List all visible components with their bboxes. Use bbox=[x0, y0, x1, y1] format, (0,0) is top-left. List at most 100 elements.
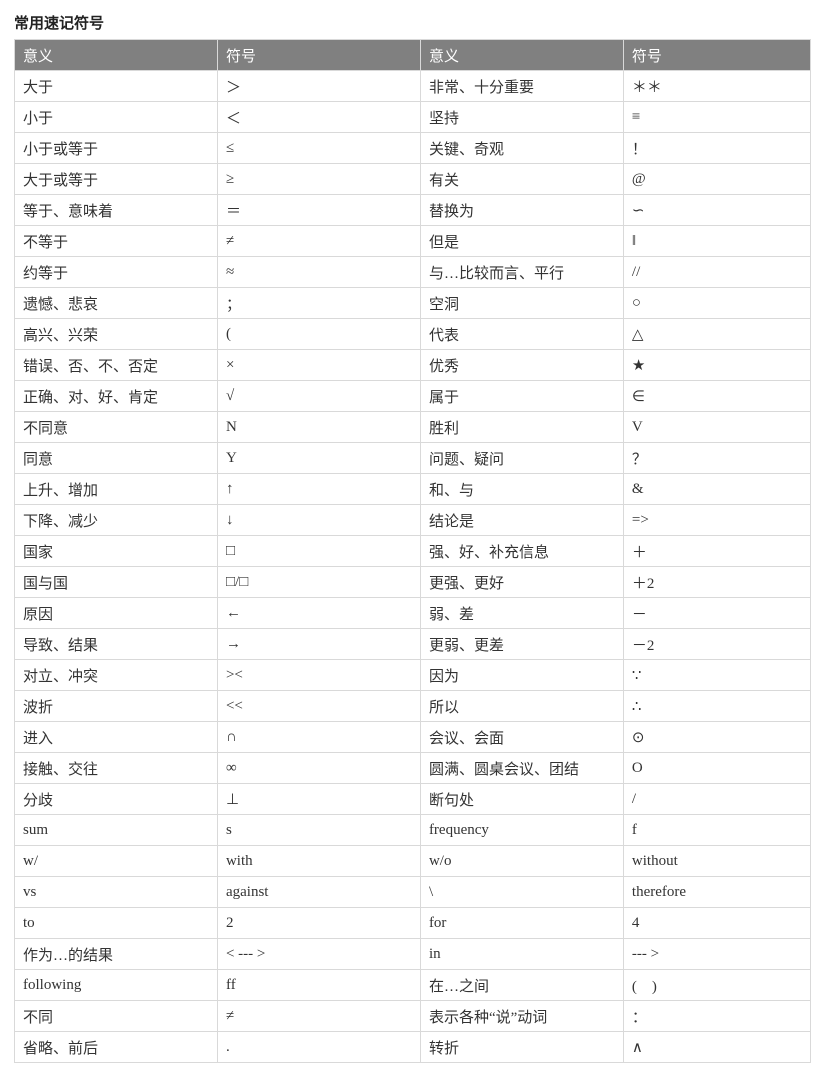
table-row: 约等于≈与…比较而言、平行// bbox=[15, 257, 811, 288]
symbol-cell: ≤ bbox=[217, 133, 420, 164]
symbol-cell: ∴ bbox=[623, 691, 810, 722]
symbol-cell: & bbox=[623, 474, 810, 505]
col-header: 符号 bbox=[217, 40, 420, 71]
table-row: w/withw/owithout bbox=[15, 846, 811, 877]
symbol-cell: □/□ bbox=[217, 567, 420, 598]
meaning-cell: 转折 bbox=[420, 1032, 623, 1063]
meaning-cell: 会议、会面 bbox=[420, 722, 623, 753]
meaning-cell: vs bbox=[15, 877, 218, 908]
symbol-cell: --- > bbox=[623, 939, 810, 970]
meaning-cell: 替换为 bbox=[420, 195, 623, 226]
table-row: 原因←弱、差－ bbox=[15, 598, 811, 629]
meaning-cell: 代表 bbox=[420, 319, 623, 350]
symbol-cell: ↓ bbox=[217, 505, 420, 536]
symbol-cell: ＊＊ bbox=[623, 71, 810, 102]
table-row: 小于或等于≤关键、奇观！ bbox=[15, 133, 811, 164]
symbol-cell: ∽ bbox=[623, 195, 810, 226]
meaning-cell: sum bbox=[15, 815, 218, 846]
symbol-cell: @ bbox=[623, 164, 810, 195]
table-row: 不同≠表示各种“说”动词： bbox=[15, 1001, 811, 1032]
table-row: 等于、意味着＝替换为∽ bbox=[15, 195, 811, 226]
meaning-cell: 关键、奇观 bbox=[420, 133, 623, 164]
symbol-cell: against bbox=[217, 877, 420, 908]
table-row: 导致、结果→更弱、更差－2 bbox=[15, 629, 811, 660]
table-row: 不同意N胜利V bbox=[15, 412, 811, 443]
symbol-cell: without bbox=[623, 846, 810, 877]
table-row: 省略、前后.转折∧ bbox=[15, 1032, 811, 1063]
meaning-cell: 错误、否、不、否定 bbox=[15, 350, 218, 381]
symbol-cell: ＋2 bbox=[623, 567, 810, 598]
table-row: 国家□强、好、补充信息＋ bbox=[15, 536, 811, 567]
symbol-cell: → bbox=[217, 629, 420, 660]
symbol-cell: ＞ bbox=[217, 71, 420, 102]
meaning-cell: 导致、结果 bbox=[15, 629, 218, 660]
meaning-cell: 坚持 bbox=[420, 102, 623, 133]
table-row: 分歧⊥断句处/ bbox=[15, 784, 811, 815]
symbol-cell: ？ bbox=[623, 443, 810, 474]
table-row: 对立、冲突><因为∵ bbox=[15, 660, 811, 691]
symbol-cell: ⊙ bbox=[623, 722, 810, 753]
symbol-cell: ∵ bbox=[623, 660, 810, 691]
meaning-cell: w/o bbox=[420, 846, 623, 877]
meaning-cell: 原因 bbox=[15, 598, 218, 629]
meaning-cell: 表示各种“说”动词 bbox=[420, 1001, 623, 1032]
symbol-cell: ＋ bbox=[623, 536, 810, 567]
symbol-cell: 4 bbox=[623, 908, 810, 939]
table-row: 大于或等于≥有关@ bbox=[15, 164, 811, 195]
meaning-cell: following bbox=[15, 970, 218, 1001]
symbol-cell: / bbox=[623, 784, 810, 815]
symbol-cell: ⊥ bbox=[217, 784, 420, 815]
symbol-cell: ≡ bbox=[623, 102, 810, 133]
symbol-cell: << bbox=[217, 691, 420, 722]
symbol-cell: ； bbox=[217, 288, 420, 319]
meaning-cell: 非常、十分重要 bbox=[420, 71, 623, 102]
symbol-cell: with bbox=[217, 846, 420, 877]
meaning-cell: w/ bbox=[15, 846, 218, 877]
symbol-cell: －2 bbox=[623, 629, 810, 660]
meaning-cell: 下降、减少 bbox=[15, 505, 218, 536]
symbol-cell: ( bbox=[217, 319, 420, 350]
symbol-cell: ← bbox=[217, 598, 420, 629]
table-row: vsagainst\therefore bbox=[15, 877, 811, 908]
table-row: 小于＜坚持≡ bbox=[15, 102, 811, 133]
meaning-cell: 国家 bbox=[15, 536, 218, 567]
symbol-cell: ≠ bbox=[217, 226, 420, 257]
symbol-cell: ○ bbox=[623, 288, 810, 319]
symbol-cell: ≠ bbox=[217, 1001, 420, 1032]
meaning-cell: 问题、疑问 bbox=[420, 443, 623, 474]
symbol-cell: 2 bbox=[217, 908, 420, 939]
meaning-cell: 波折 bbox=[15, 691, 218, 722]
symbol-cell: ∈ bbox=[623, 381, 810, 412]
symbol-cell: N bbox=[217, 412, 420, 443]
meaning-cell: 与…比较而言、平行 bbox=[420, 257, 623, 288]
symbol-cell: ！ bbox=[623, 133, 810, 164]
symbol-cell: ＝ bbox=[217, 195, 420, 226]
meaning-cell: 更弱、更差 bbox=[420, 629, 623, 660]
meaning-cell: 作为…的结果 bbox=[15, 939, 218, 970]
meaning-cell: 有关 bbox=[420, 164, 623, 195]
meaning-cell: 小于 bbox=[15, 102, 218, 133]
meaning-cell: 不等于 bbox=[15, 226, 218, 257]
symbol-cell: >< bbox=[217, 660, 420, 691]
meaning-cell: frequency bbox=[420, 815, 623, 846]
symbol-cell: ： bbox=[623, 1001, 810, 1032]
symbol-cell: ★ bbox=[623, 350, 810, 381]
symbol-cell: ↑ bbox=[217, 474, 420, 505]
meaning-cell: 更强、更好 bbox=[420, 567, 623, 598]
meaning-cell: 正确、对、好、肯定 bbox=[15, 381, 218, 412]
meaning-cell: 遗憾、悲哀 bbox=[15, 288, 218, 319]
symbol-cell: V bbox=[623, 412, 810, 443]
meaning-cell: 小于或等于 bbox=[15, 133, 218, 164]
table-row: 大于＞非常、十分重要＊＊ bbox=[15, 71, 811, 102]
col-header: 意义 bbox=[420, 40, 623, 71]
symbol-cell: √ bbox=[217, 381, 420, 412]
meaning-cell: 大于 bbox=[15, 71, 218, 102]
meaning-cell: 在…之间 bbox=[420, 970, 623, 1001]
symbol-cell: < --- > bbox=[217, 939, 420, 970]
table-row: 正确、对、好、肯定√属于∈ bbox=[15, 381, 811, 412]
meaning-cell: 圆满、圆桌会议、团结 bbox=[420, 753, 623, 784]
symbol-cell: therefore bbox=[623, 877, 810, 908]
symbol-cell: □ bbox=[217, 536, 420, 567]
symbol-cell: s bbox=[217, 815, 420, 846]
symbol-cell: O bbox=[623, 753, 810, 784]
